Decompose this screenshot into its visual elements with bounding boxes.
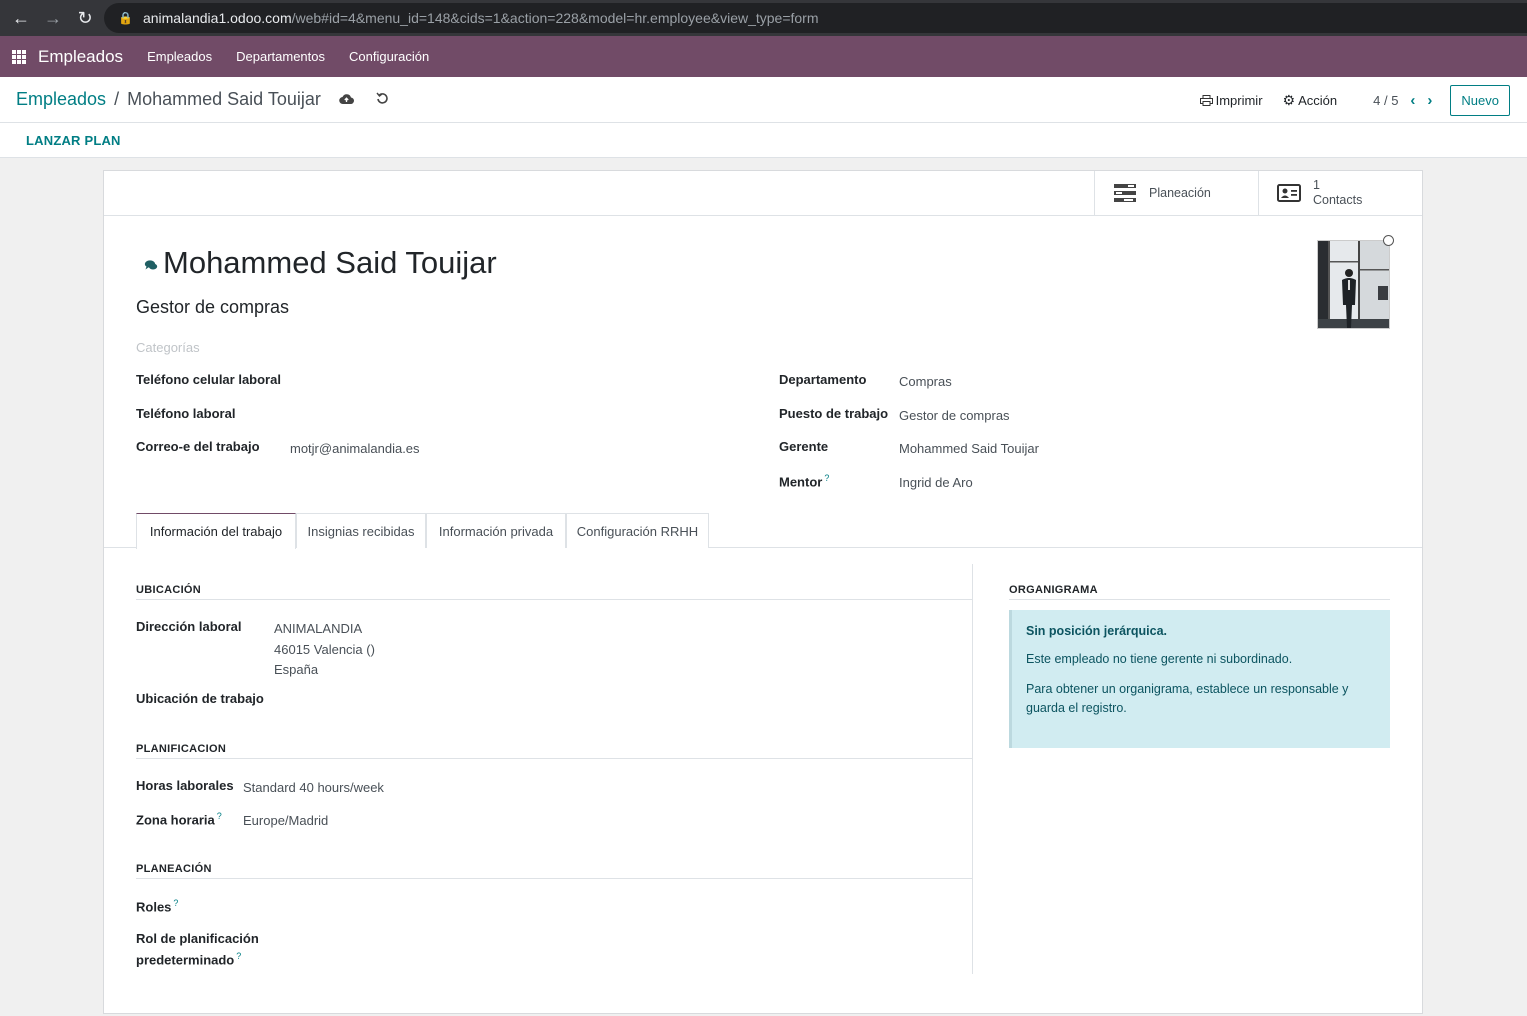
section-divider bbox=[1009, 599, 1390, 600]
contacts-label: Contacts bbox=[1313, 193, 1363, 207]
discard-undo-icon[interactable] bbox=[373, 92, 393, 108]
cloud-save-icon[interactable] bbox=[337, 92, 357, 108]
tab-work-information[interactable]: Información del trabajo bbox=[136, 513, 296, 549]
roles-label-text: Roles bbox=[136, 899, 172, 915]
action-button[interactable]: ⚙ Acción bbox=[1283, 92, 1338, 109]
work-email-label: Correo-e del trabajo bbox=[136, 439, 260, 454]
apps-grid-icon[interactable] bbox=[12, 49, 26, 64]
help-icon[interactable]: ? bbox=[217, 811, 222, 821]
lock-icon: 🔒 bbox=[118, 11, 133, 25]
breadcrumb: Empleados / Mohammed Said Touijar bbox=[16, 89, 393, 110]
org-chart-section-title: ORGANIGRAMA bbox=[1009, 584, 1098, 596]
work-address-line-2: 46015 Valencia () bbox=[274, 642, 375, 657]
manager-value[interactable]: Mohammed Said Touijar bbox=[899, 441, 1039, 456]
tab-hr-settings[interactable]: Configuración RRHH bbox=[566, 513, 709, 548]
work-address-line-1[interactable]: ANIMALANDIA bbox=[274, 621, 362, 636]
section-divider bbox=[136, 878, 972, 879]
menu-configuracion[interactable]: Configuración bbox=[349, 49, 429, 64]
address-card-icon bbox=[1277, 184, 1301, 202]
job-position-label: Puesto de trabajo bbox=[779, 406, 889, 421]
mentor-label-text: Mentor bbox=[779, 474, 823, 490]
work-phone-label: Teléfono laboral bbox=[136, 406, 236, 421]
categories-field[interactable]: Categorías bbox=[136, 340, 200, 355]
department-label: Departamento bbox=[779, 372, 867, 387]
notebook-tabs: Información del trabajo Insignias recibi… bbox=[104, 513, 1422, 549]
smart-button-box: Planeación 1 Contacts bbox=[104, 171, 1422, 216]
tab-private-information[interactable]: Información privada bbox=[426, 513, 566, 548]
contacts-smart-button[interactable]: 1 Contacts bbox=[1258, 171, 1424, 215]
org-chart-info-alert: Sin posición jerárquica. Este empleado n… bbox=[1009, 610, 1390, 748]
launch-plan-button[interactable]: LANZAR PLAN bbox=[26, 133, 121, 148]
timezone-label-text: Zona horaria bbox=[136, 812, 215, 828]
planning-label: Planeación bbox=[1149, 186, 1211, 200]
timezone-value[interactable]: Europe/Madrid bbox=[243, 813, 328, 828]
help-icon[interactable]: ? bbox=[236, 951, 241, 961]
chevron-right-icon[interactable]: › bbox=[1427, 92, 1432, 109]
timezone-label: Zona horaria? bbox=[136, 811, 222, 827]
planificacion-section-title: PLANIFICACION bbox=[136, 743, 227, 755]
form-sheet: Planeación 1 Contacts Mohammed Said Toui… bbox=[103, 170, 1423, 1014]
default-planning-role-label-line-1: Rol de planificación bbox=[136, 931, 259, 946]
section-divider bbox=[136, 758, 972, 759]
help-icon[interactable]: ? bbox=[824, 473, 829, 483]
breadcrumb-root[interactable]: Empleados bbox=[16, 89, 106, 110]
gear-icon: ⚙ bbox=[1282, 92, 1296, 108]
new-button[interactable]: Nuevo bbox=[1450, 85, 1510, 116]
address-bar[interactable]: 🔒 animalandia1.odoo.com /web#id=4&menu_i… bbox=[104, 3, 1527, 33]
roles-label: Roles? bbox=[136, 898, 178, 914]
work-location-label: Ubicación de trabajo bbox=[136, 691, 264, 706]
planeacion-section-title: PLANEACIÓN bbox=[136, 863, 212, 875]
url-host: animalandia1.odoo.com bbox=[142, 10, 292, 26]
browser-toolbar: ← → ↻ 🔒 animalandia1.odoo.com /web#id=4&… bbox=[0, 0, 1527, 36]
url-path: /web#id=4&menu_id=148&cids=1&action=228&… bbox=[291, 10, 819, 26]
chevron-left-icon[interactable]: ‹ bbox=[1410, 92, 1415, 109]
divider bbox=[0, 122, 1527, 123]
org-chart-alert-hint: Para obtener un organigrama, establece u… bbox=[1026, 682, 1349, 715]
job-position-value[interactable]: Gestor de compras bbox=[899, 408, 1010, 423]
default-planning-role-label-line-2: predeterminado? bbox=[136, 951, 241, 967]
menu-empleados[interactable]: Empleados bbox=[147, 49, 212, 64]
org-chart-alert-title: Sin posición jerárquica. bbox=[1026, 624, 1168, 638]
planning-icon bbox=[1114, 184, 1136, 202]
working-hours-label: Horas laborales bbox=[136, 778, 234, 793]
pager-value[interactable]: 4 / 5 bbox=[1373, 93, 1398, 108]
menu-departamentos[interactable]: Departamentos bbox=[236, 49, 325, 64]
planning-smart-button[interactable]: Planeación bbox=[1094, 171, 1258, 215]
help-icon[interactable]: ? bbox=[173, 898, 178, 908]
print-label: Imprimir bbox=[1215, 93, 1263, 108]
manager-label: Gerente bbox=[779, 439, 829, 454]
work-mobile-label: Teléfono celular laboral bbox=[136, 372, 281, 387]
work-address-line-3: España bbox=[274, 662, 319, 677]
job-title[interactable]: Gestor de compras bbox=[136, 297, 289, 318]
employee-name[interactable]: Mohammed Said Touijar bbox=[163, 245, 497, 281]
print-button[interactable]: Imprimir bbox=[1199, 93, 1263, 108]
action-label: Acción bbox=[1298, 93, 1338, 108]
employee-photo[interactable] bbox=[1317, 240, 1390, 329]
working-hours-value[interactable]: Standard 40 hours/week bbox=[243, 780, 384, 795]
mentor-value[interactable]: Ingrid de Aro bbox=[899, 475, 973, 490]
app-name[interactable]: Empleados bbox=[38, 47, 123, 67]
section-divider bbox=[136, 599, 972, 600]
breadcrumb-current: Mohammed Said Touijar bbox=[127, 89, 321, 109]
control-panel-actions: Imprimir ⚙ Acción 4 / 5 ‹ › Nuevo bbox=[1199, 85, 1510, 116]
presence-status-icon bbox=[1383, 235, 1394, 246]
back-arrow-icon[interactable]: ← bbox=[10, 7, 32, 29]
work-address-label: Dirección laboral bbox=[136, 619, 242, 634]
default-planning-role-label-text: predeterminado bbox=[136, 952, 235, 968]
reload-icon[interactable]: ↻ bbox=[74, 7, 96, 29]
org-chart-alert-text: Este empleado no tiene gerente ni subord… bbox=[1026, 652, 1293, 666]
control-panel: Empleados / Mohammed Said Touijar Imprim… bbox=[0, 77, 1527, 158]
main-navbar: Empleados Empleados Departamentos Config… bbox=[0, 36, 1527, 77]
forward-arrow-icon[interactable]: → bbox=[42, 7, 64, 29]
column-divider bbox=[972, 564, 973, 974]
breadcrumb-separator: / bbox=[114, 89, 120, 109]
work-email-value[interactable]: motjr@animalandia.es bbox=[290, 441, 420, 456]
mentor-label: Mentor? bbox=[779, 473, 829, 489]
contacts-count: 1 bbox=[1313, 178, 1320, 192]
printer-icon bbox=[1199, 95, 1213, 106]
chat-bubbles-icon[interactable] bbox=[144, 259, 158, 271]
tab-received-badges[interactable]: Insignias recibidas bbox=[296, 513, 426, 548]
department-value[interactable]: Compras bbox=[899, 374, 952, 389]
location-section-title: UBICACIÓN bbox=[136, 584, 202, 596]
